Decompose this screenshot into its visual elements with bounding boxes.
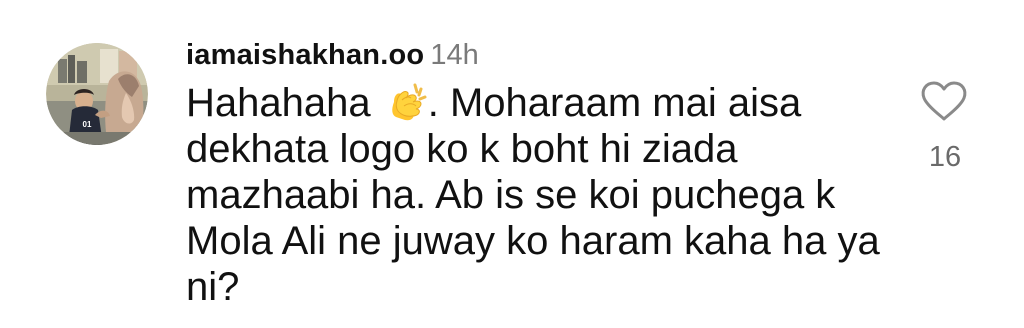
- comment-text-start: Hahahaha: [186, 81, 382, 125]
- comment-timestamp: 14h: [430, 39, 479, 71]
- comment-text: Hahahaha . Moharaam mai aisa dekhata log…: [186, 80, 886, 310]
- clapping-hands-icon: [386, 82, 428, 122]
- username-link[interactable]: iamaishakhan.oo: [186, 39, 424, 71]
- svg-text:01: 01: [83, 120, 92, 129]
- comment-item: 01 iamaishakhan.oo 14h Hahahaha . Moharaa…: [0, 0, 1024, 328]
- avatar[interactable]: 01: [46, 43, 148, 145]
- like-button[interactable]: [920, 80, 968, 122]
- avatar-image: 01: [46, 43, 148, 145]
- comment-meta: iamaishakhan.oo 14h: [186, 38, 479, 77]
- like-count: 16: [928, 141, 962, 173]
- heart-outline-icon: [921, 81, 967, 121]
